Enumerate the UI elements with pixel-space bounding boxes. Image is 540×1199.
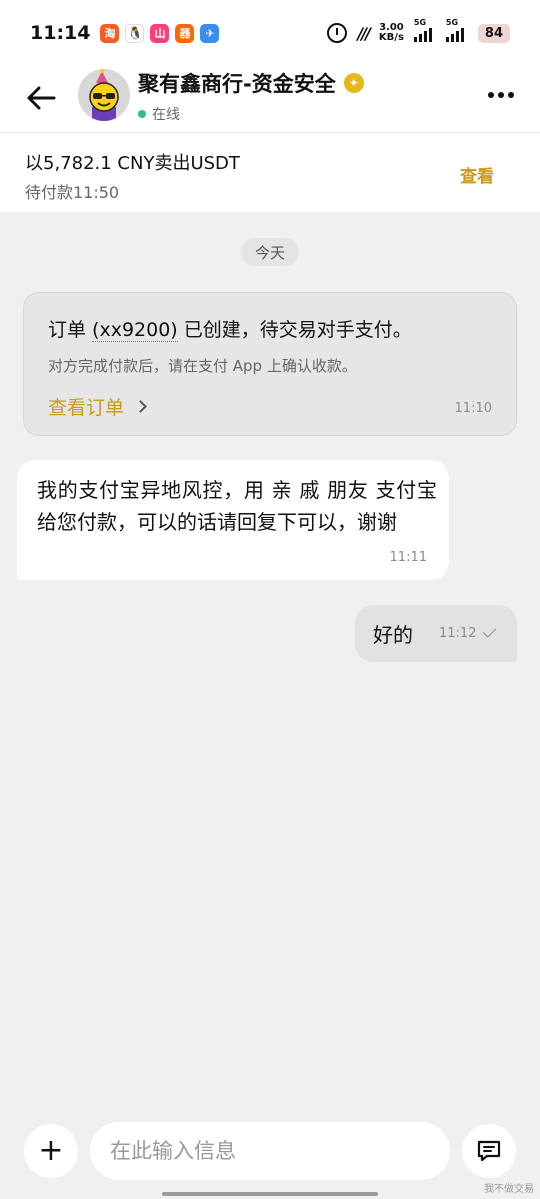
add-attachment-button[interactable]: + [24, 1124, 78, 1178]
chat-header: 聚有鑫商行-资金安全 ✦ 在线 [0, 66, 540, 132]
network-boost-icon: /// [357, 23, 370, 43]
status-bar: 11:14 淘 🐧 山 器 ✈ /// 3.00 KB/s 5G 5G 84 [0, 0, 540, 66]
message-time: 11:11 [389, 550, 427, 565]
verified-badge-icon: ✦ [343, 73, 364, 93]
status-indicators: /// 3.00 KB/s 5G 5G 84 [327, 0, 510, 66]
order-created-prefix: 订单 [48, 319, 93, 341]
message-time: 11:12 [439, 626, 477, 641]
order-created-suffix: 已创建，待交易对手支付。 [177, 319, 412, 341]
outgoing-message-text: 好的 [373, 623, 413, 647]
outgoing-message[interactable]: 好的 11:12 [355, 605, 517, 662]
alarm-icon [327, 23, 348, 43]
avatar[interactable] [78, 69, 130, 121]
back-arrow-icon[interactable] [24, 81, 58, 115]
signal-label: 5G [413, 18, 427, 27]
chat-bubble-icon [477, 1140, 501, 1162]
chat-title-block: 聚有鑫商行-资金安全 ✦ 在线 [138, 68, 364, 124]
battery-indicator: 84 [477, 23, 510, 43]
message-time: 11:10 [454, 401, 492, 416]
qq-icon: 🐧 [125, 23, 145, 43]
incoming-message[interactable]: 我的支付宝异地风控，用 亲 戚 朋友 支付宝 给您付款，可以的话请回复下可以，谢… [17, 460, 449, 580]
chat-messages[interactable]: 今天 订单 (xx9200) 已创建，待交易对手支付。 对方完成付款后，请在支付… [0, 212, 540, 1112]
signal-label: 5G [445, 18, 459, 27]
sent-check-icon [482, 624, 497, 638]
composer-bar: + [0, 1112, 540, 1199]
view-order-button[interactable]: 查看 [460, 162, 494, 187]
more-options-icon[interactable] [488, 92, 514, 98]
online-dot-icon [138, 110, 146, 118]
view-order-link-label: 查看订单 [48, 397, 125, 419]
map-icon: ✈ [200, 23, 220, 43]
order-hint-text: 对方完成付款后，请在支付 App 上确认收款。 [48, 357, 357, 375]
signal-icon: 5G [413, 18, 436, 42]
order-summary-bar: 以5,782.1 CNY卖出USDT 待付款11:50 查看 [0, 132, 540, 212]
signal-icon: 5G [445, 18, 468, 42]
order-created-text: 订单 (xx9200) 已创建，待交易对手支付。 [48, 315, 412, 342]
network-speed: 3.00 KB/s [379, 23, 404, 43]
home-indicator[interactable] [162, 1192, 378, 1196]
plus-icon: + [38, 1133, 64, 1168]
order-countdown: 待付款11:50 [25, 183, 120, 202]
order-created-card: 订单 (xx9200) 已创建，待交易对手支付。 对方完成付款后，请在支付 Ap… [23, 292, 517, 436]
date-separator: 今天 [241, 238, 299, 266]
view-order-link[interactable]: 查看订单 [48, 393, 147, 420]
status-time: 11:14 [30, 22, 91, 44]
shop-icon: 山 [150, 23, 170, 43]
network-speed-unit: KB/s [378, 32, 404, 43]
chat-title: 聚有鑫商行-资金安全 [138, 72, 336, 96]
online-status: 在线 [152, 107, 180, 123]
taobao-icon: 淘 [100, 23, 120, 43]
watermark: 我不做交易 [484, 1184, 534, 1195]
chevron-right-icon [134, 400, 147, 413]
incoming-message-text: 我的支付宝异地风控，用 亲 戚 朋友 支付宝 给您付款，可以的话请回复下可以，谢… [37, 478, 437, 534]
order-id: (xx9200) [92, 319, 178, 342]
message-input[interactable] [90, 1122, 450, 1180]
notification-icons: 淘 🐧 山 器 ✈ [100, 23, 220, 43]
order-title: 以5,782.1 CNY卖出USDT [25, 153, 240, 174]
app-icon: 器 [175, 23, 195, 43]
quick-reply-button[interactable] [462, 1124, 516, 1178]
